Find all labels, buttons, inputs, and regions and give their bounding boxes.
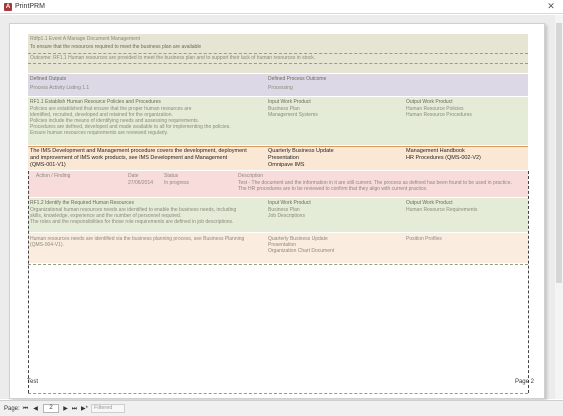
output-work-product-item: Human Resource Requirements — [406, 207, 478, 213]
implementation-rf12-input: Organization Chart Document — [268, 248, 335, 254]
implementation-input: Omnipave IMS — [268, 162, 305, 168]
activity-listing-label: Process Activity Listing 1.1 — [30, 85, 90, 91]
input-work-product-heading: Input Work Product — [268, 99, 311, 105]
close-window-button[interactable]: ✕ — [545, 1, 557, 12]
findings-date-header: Date — [128, 173, 139, 179]
filter-indicator[interactable]: Filtered — [91, 404, 125, 413]
implementation-text: and improvement of IMS work products, se… — [30, 155, 228, 161]
first-page-icon[interactable]: ⏮ — [22, 405, 29, 413]
processing-label: Processing — [268, 85, 293, 91]
implementation-output: HR Procedures (QMS-002-V2) — [406, 155, 481, 161]
record-navigation-bar: Page: ⏮ ◀ 2 ▶ ⏭ ▶* Filtered — [0, 400, 563, 416]
window-title: PrintPRM — [15, 3, 45, 10]
activity-rf12-heading: RF1.2 Identify the Required Human Resour… — [30, 200, 134, 206]
implementation-text: The IMS Development and Management proce… — [30, 148, 247, 154]
findings-description-value: The HR procedures are to be reviewed to … — [238, 186, 428, 192]
print-preview-area: Rdfp1.1 Event A Manage Document Manageme… — [0, 15, 563, 399]
activity-rf11-band: RF1.1 Establish Human Resource Policies … — [28, 97, 528, 145]
implementation-rf12-output: Position Profiles — [406, 236, 442, 242]
implementation-output: Management Handbook — [406, 148, 465, 154]
page-number: Page 2 — [514, 379, 534, 385]
implementation-input: Quarterly Business Update — [268, 148, 334, 154]
last-page-icon[interactable]: ⏭ — [71, 405, 78, 413]
page-margin-bottom — [28, 393, 528, 394]
page-number-input[interactable]: 2 — [43, 404, 59, 413]
input-work-product-item: Management Systems — [268, 112, 318, 118]
output-work-product-heading: Output Work Product — [406, 99, 453, 105]
implementation-rf12-text: (QMS-004-V1). — [30, 242, 64, 248]
output-work-product-item: Human Resource Procedures — [406, 112, 472, 118]
access-app-icon: A — [4, 3, 12, 11]
scrollbar-thumb[interactable] — [556, 23, 562, 283]
header-purpose-line: To ensure that the resources required to… — [30, 44, 202, 50]
page-label: Page: — [4, 406, 20, 412]
findings-status-value: In progress — [164, 180, 190, 186]
new-record-icon[interactable]: ▶* — [80, 405, 89, 413]
header-outcome-line: Outcome: RF1.1 Human resources are provi… — [30, 55, 316, 61]
implementation-band: The IMS Development and Management proce… — [28, 146, 528, 170]
defined-outcome-label: Defined Process Outcome — [268, 76, 327, 82]
defined-outputs-label: Defined Outputs — [30, 76, 67, 82]
findings-description-header: Description — [238, 173, 264, 179]
section-divider — [28, 264, 528, 265]
implementation-input: Presentation — [268, 155, 299, 161]
activity-rf12-text: The roles and the responsibilities for t… — [30, 219, 234, 225]
implementation-text: (QMS-001-V1) — [30, 162, 66, 168]
input-work-product-heading: Input Work Product — [268, 200, 311, 206]
header-process-line: Rdfp1.1 Event A Manage Document Manageme… — [30, 36, 141, 42]
next-page-icon[interactable]: ▶ — [62, 405, 69, 413]
findings-action-header: Action / Finding — [36, 173, 71, 179]
implementation-rf12-band: Human resources needs are identified via… — [28, 233, 528, 263]
output-work-product-heading: Output Work Product — [406, 200, 453, 206]
activity-rf12-band: RF1.2 Identify the Required Human Resour… — [28, 198, 528, 232]
window-titlebar: A PrintPRM ✕ — [0, 0, 563, 14]
activity-rf11-text: Ensure human resources requirements are … — [30, 130, 169, 136]
header-divider — [28, 53, 528, 54]
findings-band: Action / Finding Date Status Description… — [28, 171, 528, 197]
report-page: Rdfp1.1 Event A Manage Document Manageme… — [9, 23, 545, 399]
previous-page-icon[interactable]: ◀ — [32, 405, 39, 413]
vertical-scrollbar[interactable] — [555, 15, 563, 399]
page-margin-left — [28, 171, 29, 393]
input-work-product-item: Job Descriptions — [268, 213, 305, 219]
activity-rf11-heading: RF1.1 Establish Human Resource Policies … — [30, 99, 161, 105]
labels-band: Defined Outputs Process Activity Listing… — [28, 74, 528, 96]
findings-status-header: Status — [164, 173, 179, 179]
report-header-band: Rdfp1.1 Event A Manage Document Manageme… — [28, 34, 528, 73]
report-footer-text: Test — [27, 379, 39, 385]
header-divider-2 — [28, 63, 528, 64]
findings-date-value: 27/06/2014 — [128, 180, 154, 186]
page-margin-right — [528, 171, 529, 393]
